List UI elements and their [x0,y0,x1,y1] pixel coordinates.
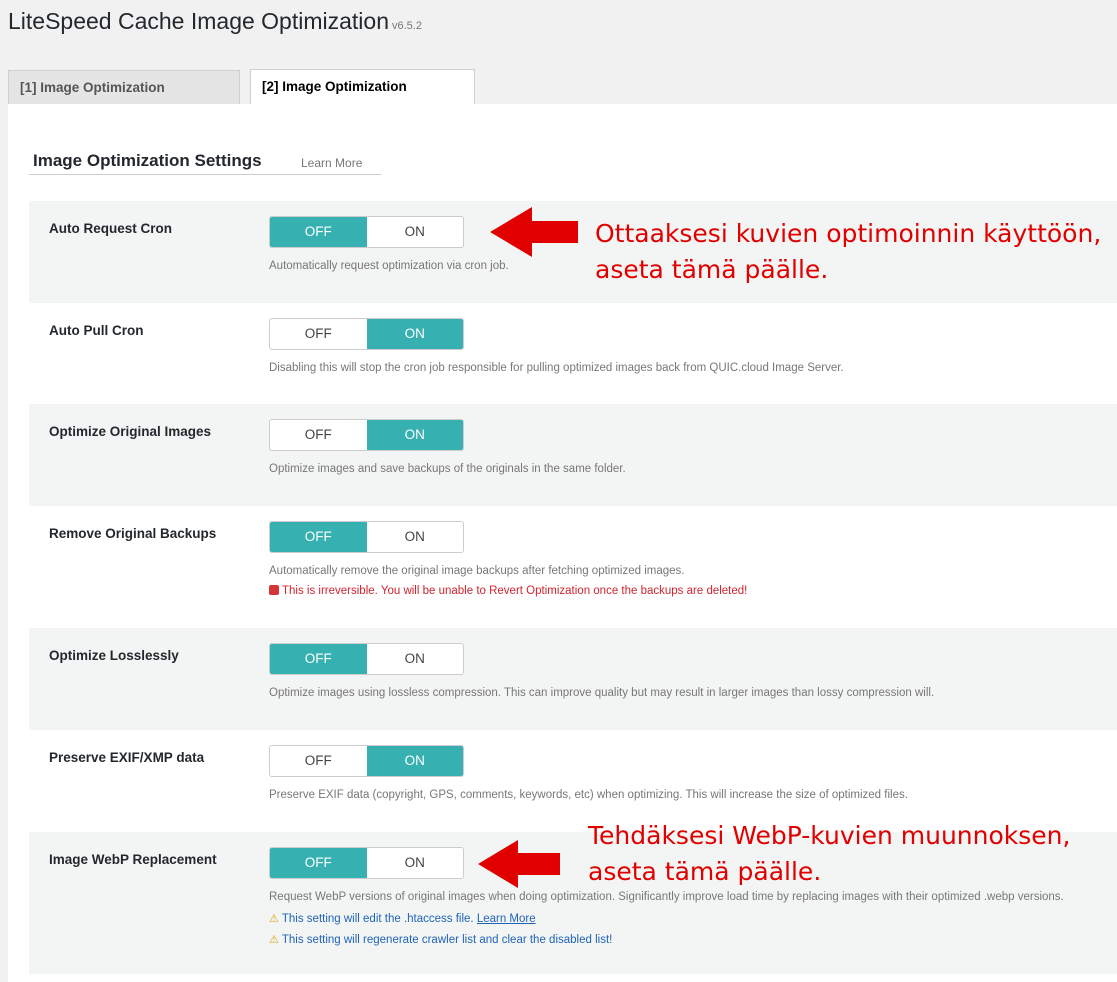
tab-image-optimization-summary[interactable]: [1] Image Optimization Summary [8,70,240,129]
setting-row-remove-original-backups: Remove Original Backups OFF ON Automatic… [29,506,1117,628]
toggle-off-option[interactable]: OFF [270,644,367,674]
optimize-losslessly-toggle[interactable]: OFF ON [269,643,464,675]
page-header: LiteSpeed Cache Image Optimization v6.5.2 [8,8,422,35]
siren-icon [269,585,279,595]
toggle-on-option[interactable]: ON [367,848,464,878]
toggle-off-option[interactable]: OFF [270,746,367,776]
setting-description: Disabling this will stop the cron job re… [269,362,844,374]
remove-original-backups-toggle[interactable]: OFF ON [269,521,464,553]
page-title: LiteSpeed Cache Image Optimization [8,8,389,34]
toggle-off-option[interactable]: OFF [270,420,367,450]
learn-more-link[interactable]: Learn More [301,156,362,170]
crawler-notice: ⚠ This setting will regenerate crawler li… [269,934,613,946]
setting-label: Auto Request Cron [49,221,172,236]
setting-description: Automatically remove the original image … [269,565,685,577]
auto-pull-cron-toggle[interactable]: OFF ON [269,318,464,350]
toggle-on-option[interactable]: ON [367,522,464,552]
warning-icon: ⚠ [269,934,279,946]
htaccess-learn-more-link[interactable]: Learn More [477,913,536,925]
toggle-off-option[interactable]: OFF [270,848,367,878]
red-arrow-icon [478,840,560,888]
optimize-original-images-toggle[interactable]: OFF ON [269,419,464,451]
preserve-exif-xmp-toggle[interactable]: OFF ON [269,745,464,777]
section-title: Image Optimization Settings [33,151,262,170]
toggle-on-option[interactable]: ON [367,644,464,674]
htaccess-notice: ⚠ This setting will edit the .htaccess fi… [269,913,536,925]
image-webp-replacement-toggle[interactable]: OFF ON [269,847,464,879]
annotation-webp-replacement: Tehdäksesi WebP-kuvien muunnoksen, aseta… [588,821,1071,886]
setting-label: Preserve EXIF/XMP data [49,750,205,765]
setting-row-preserve-exif-xmp: Preserve EXIF/XMP data OFF ON Preserve E… [29,730,1117,832]
toggle-off-option[interactable]: OFF [270,217,367,247]
toggle-off-option[interactable]: OFF [270,319,367,349]
annotation-auto-request-cron: Ottaaksesi kuvien optimoinnin käyttöön, … [595,219,1102,284]
setting-label: Auto Pull Cron [49,323,144,338]
toggle-on-option[interactable]: ON [367,217,464,247]
toggle-on-option[interactable]: ON [366,319,463,349]
warning-icon: ⚠ [269,913,279,925]
setting-row-auto-pull-cron: Auto Pull Cron OFF ON Disabling this wil… [29,303,1117,405]
tab-image-optimization-settings[interactable]: [2] Image Optimization Settings [250,69,475,128]
setting-description: Preserve EXIF data (copyright, GPS, comm… [269,789,908,801]
setting-row-optimize-original-images: Optimize Original Images OFF ON Optimize… [29,404,1117,506]
setting-label: Optimize Original Images [49,424,212,439]
toggle-off-option[interactable]: OFF [270,522,367,552]
auto-request-cron-toggle[interactable]: OFF ON [269,216,464,248]
version-label: v6.5.2 [392,20,422,32]
setting-description: Request WebP versions of original images… [269,891,1064,903]
red-arrow-icon [490,207,578,257]
setting-row-optimize-losslessly: Optimize Losslessly OFF ON Optimize imag… [29,628,1117,730]
setting-description: Automatically request optimization via c… [269,260,509,272]
toggle-on-option[interactable]: ON [366,746,463,776]
toggle-on-option[interactable]: ON [366,420,463,450]
irreversible-warning: This is irreversible. You will be unable… [269,585,747,597]
setting-label: Optimize Losslessly [49,648,179,663]
tab-bar: [1] Image Optimization Summary [2] Image… [8,69,1117,129]
section-header: Image Optimization Settings Learn More [29,148,381,175]
setting-description: Optimize images and save backups of the … [269,463,626,475]
setting-label: Image WebP Replacement [49,852,217,867]
setting-description: Optimize images using lossless compressi… [269,687,935,699]
setting-label: Remove Original Backups [49,526,217,541]
